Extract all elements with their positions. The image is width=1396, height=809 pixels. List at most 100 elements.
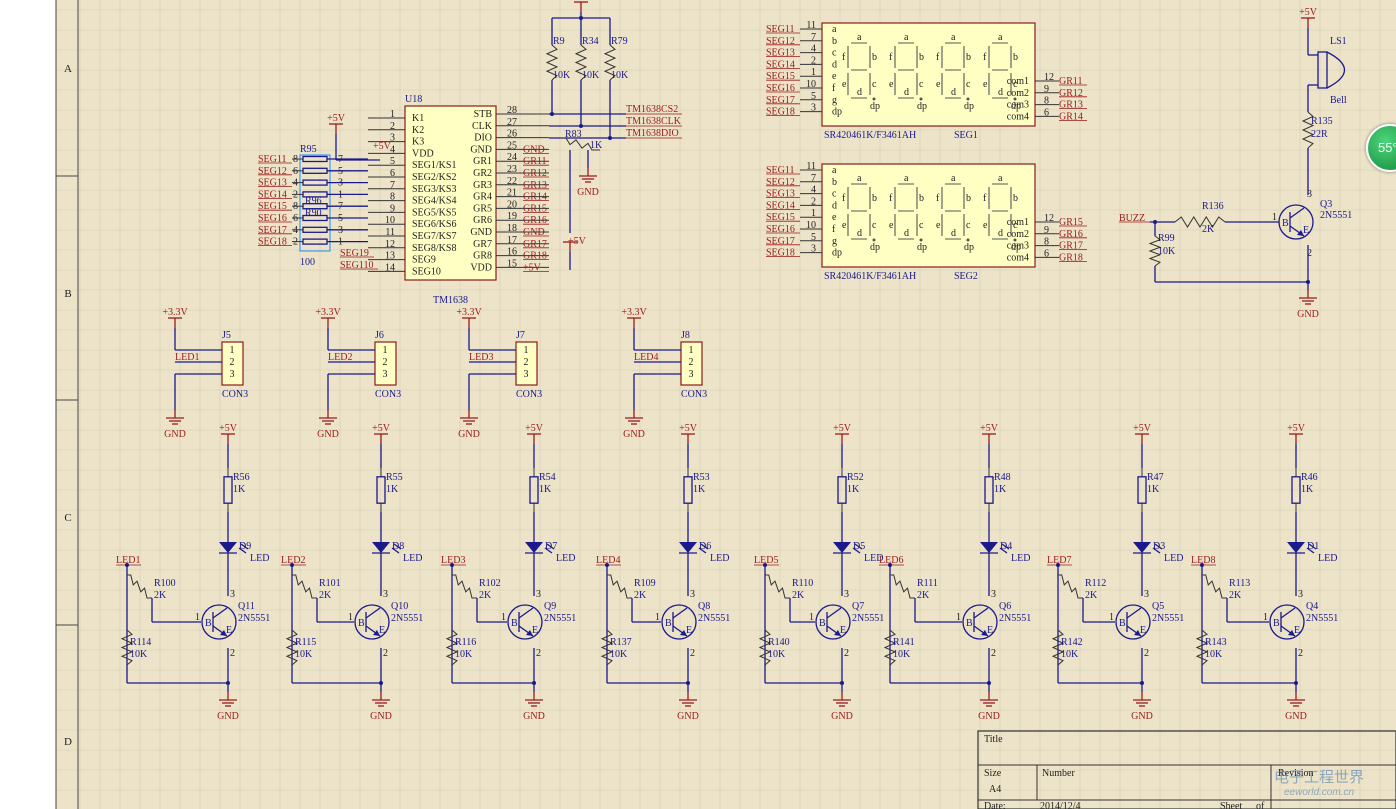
digit-segment-label: a [951, 32, 956, 43]
pin-number: 2 [991, 648, 996, 659]
pin-number: 13 [385, 251, 395, 262]
zone-letter-a: A [64, 63, 72, 75]
resistor-value: 2K [792, 590, 805, 601]
pin-name: GND [470, 144, 492, 155]
pin-number: 3 [690, 589, 695, 600]
digit-segment-label: e [983, 79, 988, 90]
resistor-value: 2K [1229, 590, 1242, 601]
pin-number: 3 [536, 589, 541, 600]
pin-name: GR1 [473, 156, 492, 167]
pin-number: 9 [390, 203, 395, 214]
resistor-ref: R54 [539, 472, 556, 483]
resistor-ref: R34 [582, 36, 599, 47]
pin-number: 3 [230, 589, 235, 600]
resistor-value: 10K [611, 70, 629, 81]
digit-segment-label: a [904, 173, 909, 184]
diode-ref: D3 [1153, 541, 1165, 552]
resistor-ref: R112 [1085, 578, 1106, 589]
ic-designator: U18 [405, 94, 422, 105]
resistor-ref: R135 [1311, 116, 1333, 127]
transistor-ref: Q4 [1306, 601, 1318, 612]
digit-segment-label: dp [964, 242, 974, 253]
pin15-power-label: +5V [568, 236, 587, 247]
transistor-part: 2N5551 [999, 613, 1031, 624]
pin-number: 1 [390, 109, 395, 120]
pin-number: 3 [383, 589, 388, 600]
pin-name: SEG1/KS1 [412, 160, 456, 171]
resistor-ref: R83 [565, 129, 582, 140]
diode-part: LED [1318, 553, 1337, 564]
ground-label: GND [978, 711, 1000, 722]
watermark-logo: 电子工程世界 eeworld.com.cn [1274, 766, 1392, 806]
diode-part: LED [556, 553, 575, 564]
pin-name: SEG10 [412, 266, 441, 277]
resistor-value: 10K [455, 649, 473, 660]
diode-ref: D7 [545, 541, 557, 552]
ground-label: GND [164, 429, 186, 440]
junction-dot [1200, 563, 1204, 567]
digit-segment-label: dp [964, 101, 974, 112]
rpack-subref: R90 [305, 208, 322, 219]
com-pin-name: com3 [1007, 100, 1029, 111]
power-label: +3.3V [315, 307, 341, 318]
pin-name: GR3 [473, 180, 492, 191]
pin-number: 2 [690, 648, 695, 659]
base-letter: B [665, 618, 672, 629]
segment-letter: b [832, 177, 837, 188]
pin-number: 12 [1044, 72, 1054, 83]
ground-label: GND [370, 711, 392, 722]
pin-number: 1 [524, 345, 529, 356]
segment-letter: a [832, 165, 837, 176]
resistor-value: 1K [1147, 484, 1160, 495]
pin-number: 6 [1044, 107, 1049, 118]
digit-segment-label: a [904, 32, 909, 43]
digit-segment-label: b [1013, 193, 1018, 204]
digit-segment-label: b [966, 193, 971, 204]
resistor-ref: R9 [553, 36, 565, 47]
resistor-ref: R109 [634, 578, 656, 589]
pin-number: 8 [1044, 237, 1049, 248]
diode-part: LED [1011, 553, 1030, 564]
resistor-ref: R142 [1061, 637, 1083, 648]
connector-ref: J8 [681, 330, 690, 341]
ground-label: GND [623, 429, 645, 440]
digit-segment-label: e [889, 79, 894, 90]
power-label: +5V [525, 423, 544, 434]
ground-label: GND [217, 711, 239, 722]
resistor-value: 10K [295, 649, 313, 660]
com-pin-name: com4 [1007, 252, 1029, 263]
resistor-ref: R116 [455, 637, 476, 648]
diode-ref: D6 [699, 541, 711, 552]
diode-ref: D5 [853, 541, 865, 552]
emitter-letter: E [532, 625, 538, 636]
resistor-value: 1K [1301, 484, 1314, 495]
pin-name: GR4 [473, 192, 492, 203]
resistor-ref: R113 [1229, 578, 1250, 589]
pin-name: SEG7/KS7 [412, 231, 456, 242]
watermark-cn: 电子工程世界 [1274, 769, 1365, 786]
transistor-ref: Q11 [238, 601, 255, 612]
pin-number: 17 [507, 235, 517, 246]
power-label: +5V [1133, 423, 1152, 434]
watermark-en: eeworld.com.cn [1284, 787, 1355, 798]
junction-dot [532, 681, 536, 685]
power-label: +5V [1299, 7, 1318, 18]
diode-ref: D9 [239, 541, 251, 552]
digit-segment-label: c [966, 79, 971, 90]
pin-name: GND [470, 227, 492, 238]
pin-number: 11 [806, 20, 816, 31]
com-pin-name: com2 [1007, 88, 1029, 99]
power-label: +5V [572, 0, 591, 2]
digit-segment-label: a [951, 173, 956, 184]
buzzer-ref: LS1 [1330, 36, 1347, 47]
date-value: 2014/12/4 [1040, 801, 1081, 809]
junction-dot [605, 563, 609, 567]
transistor-part: 2N5551 [391, 613, 423, 624]
pin-number: 3 [811, 103, 816, 114]
pin-number: 3 [1298, 589, 1303, 600]
transistor-ref: Q5 [1152, 601, 1164, 612]
junction-dot [1140, 681, 1144, 685]
pin-number: 11 [385, 227, 395, 238]
ground-label: GND [1297, 309, 1319, 320]
schematic-sheet[interactable]: ABCDU18TM16381 K12 K23 K34 VDD5 SEG1/KS16 SEG2… [0, 0, 1396, 809]
